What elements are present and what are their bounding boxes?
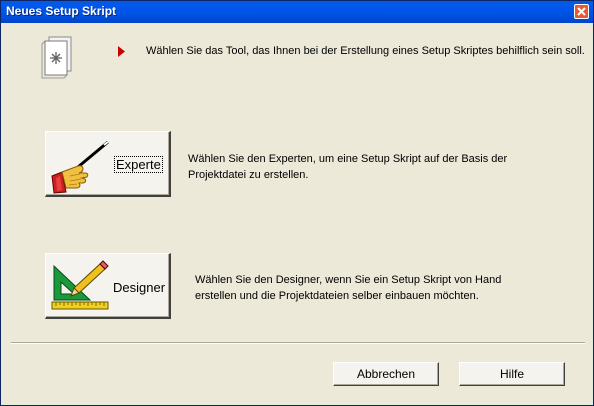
set-square-pencil-icon: [51, 260, 109, 310]
separator-line: [11, 342, 585, 344]
document-star-icon: [41, 36, 72, 79]
red-triangle-arrow-icon: [118, 46, 125, 57]
designer-button-label: Designer: [113, 280, 166, 295]
expert-button-label: Experte: [114, 156, 163, 173]
close-icon: [577, 7, 586, 16]
designer-description-line-2: erstellen und die Projektdateien selber …: [195, 290, 479, 302]
intro-text: Wählen Sie das Tool, das Ihnen bei der E…: [146, 45, 585, 57]
window-title: Neues Setup Skript: [6, 4, 117, 18]
help-button[interactable]: Hilfe: [459, 362, 565, 386]
title-bar[interactable]: Neues Setup Skript: [1, 1, 593, 23]
designer-button[interactable]: Designer: [45, 253, 171, 319]
close-button[interactable]: [574, 4, 589, 19]
dialog-window: Neues Setup Skript Wählen Sie das Tool, …: [0, 0, 594, 406]
hand-with-wand-icon: [51, 140, 109, 194]
designer-description: Wählen Sie den Designer, wenn Sie ein Se…: [195, 272, 535, 304]
expert-description-line-2: Projektdatei zu erstellen.: [188, 169, 309, 181]
designer-description-line-1: Wählen Sie den Designer, wenn Sie ein Se…: [195, 274, 502, 286]
expert-description-line-1: Wählen Sie den Experten, um eine Setup S…: [188, 153, 508, 165]
expert-button[interactable]: Experte: [45, 131, 171, 197]
cancel-button[interactable]: Abbrechen: [333, 362, 439, 386]
expert-description: Wählen Sie den Experten, um eine Setup S…: [188, 151, 548, 183]
